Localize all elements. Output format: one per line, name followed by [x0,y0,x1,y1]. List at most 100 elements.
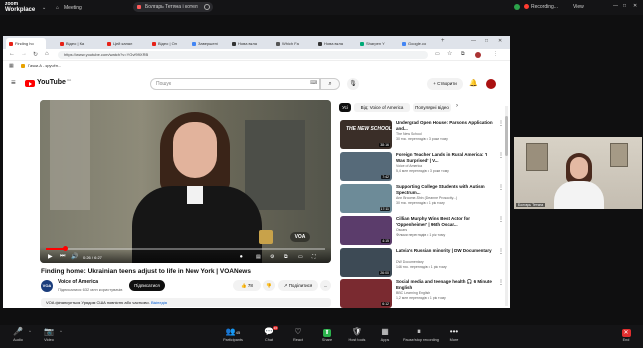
subtitles-icon[interactable]: ▤ [256,254,261,260]
tab[interactable]: Відео | Ол [149,38,187,49]
menu-dots-icon[interactable]: ⋮ [493,51,498,57]
forward-arrow-icon[interactable]: → [21,51,27,57]
more-options-icon[interactable]: ⋮ [498,248,504,255]
chip-all[interactable]: Усі [339,103,351,112]
recommendation-title[interactable]: Supporting College Students with Autism … [396,184,496,195]
video-thumbnail[interactable]: THE NEW SCHOOL 38:16 [340,120,392,149]
search-input[interactable]: Пошук [150,78,320,90]
recommendation-item[interactable]: 26:00 Latvia's Russian minority | DW Doc… [340,248,505,277]
miniplayer-icon[interactable]: ⧉ [284,254,288,260]
tab[interactable]: Цей канал [104,38,142,49]
description-box[interactable]: VOA фінансується Урядом США повністю або… [41,298,331,307]
chip-from-channel[interactable]: Від: Voice of America [354,103,410,112]
more-options-icon[interactable]: ⋮ [498,279,504,286]
chevron-up-icon[interactable]: ^ [29,329,31,334]
host-tools-button[interactable]: 🛡 Host tools [342,327,372,343]
react-button[interactable]: ♡ React [283,327,313,343]
video-thumbnail[interactable]: 17:11 [340,184,392,213]
apps-button[interactable]: ▦ Apps [370,327,400,343]
voice-search-button[interactable]: 🎙 [347,78,359,90]
participants-button[interactable]: 👥45 Participants [218,327,248,343]
recommendation-channel[interactable]: The New School [396,132,496,137]
maximize-icon[interactable]: □ [623,3,626,9]
banner-options-icon[interactable] [204,4,210,10]
play-icon[interactable]: ▶ [48,253,53,260]
close-icon[interactable]: ✕ [633,3,637,9]
page-scrollbar[interactable] [505,106,508,306]
video-thumbnail[interactable]: 6:12 [340,279,392,308]
youtube-logo-icon[interactable] [25,80,35,87]
reload-icon[interactable]: ↻ [33,51,38,58]
meeting-label[interactable]: Meeting [64,5,82,11]
recommendation-title[interactable]: Cillian Murphy Wins Best Actor for 'Oppe… [396,216,496,227]
end-meeting-button[interactable]: ✕ End [611,327,641,343]
volume-icon[interactable]: 🔊 [71,253,78,260]
autoplay-toggle[interactable]: ⏺ [240,254,243,260]
video-scrubber-handle[interactable] [63,246,69,251]
url-field[interactable]: https://www.youtube.com/watch?v=YGvf99XR… [58,51,428,59]
tab-active[interactable]: Finding ho [6,38,46,49]
keyboard-icon[interactable]: ⌨ [310,80,317,86]
youtube-wordmark[interactable]: YouTube [37,79,66,86]
tab[interactable]: Нова вкла [229,38,267,49]
recommendation-item[interactable]: 4:15 Cillian Murphy Wins Best Actor for … [340,216,505,245]
dislike-button[interactable]: 👎 [263,280,275,291]
tab[interactable]: Sharpen Y [357,38,393,49]
theater-mode-icon[interactable]: ▭ [298,254,303,260]
like-button[interactable]: 👍 78 [233,280,261,291]
video-thumbnail[interactable]: 4:15 [340,216,392,245]
more-actions-button[interactable]: ... [320,280,331,291]
home-icon[interactable]: ⌂ [45,51,49,57]
tab[interactable]: Завершені [189,38,227,49]
settings-gear-icon[interactable]: ⚙ [270,254,274,260]
chat-button[interactable]: 💬 16 Chat [254,326,284,343]
extensions-icon[interactable]: ⧉ [461,51,465,57]
cast-icon[interactable]: ▭ [435,51,440,57]
apps-grid-icon[interactable]: ▦ [9,61,14,71]
more-options-icon[interactable]: ⋮ [498,184,504,191]
share-screen-button[interactable]: ⬆ Share [312,327,342,343]
view-label[interactable]: View [573,4,584,10]
tab[interactable]: Відео | Ка [57,38,95,49]
more-options-icon[interactable]: ⋮ [498,120,504,127]
hamburger-menu-icon[interactable]: ≡ [11,78,16,87]
tab[interactable]: Нова вкла [315,38,351,49]
recommendation-channel[interactable]: Ann Broome-Shin (Deanne Prosocity...) [396,196,496,201]
recommendation-item[interactable]: THE NEW SCHOOL 38:16 Undergrad Open Hous… [340,120,505,149]
recommendation-channel[interactable]: Oscars [396,228,496,233]
account-avatar[interactable] [486,79,496,89]
tab[interactable]: Google.co [399,38,437,49]
chevron-up-icon[interactable]: ^ [60,329,62,334]
profile-avatar[interactable] [475,52,481,58]
share-button[interactable]: ↗ Поділитися [278,280,318,291]
channel-avatar[interactable]: VOA [41,280,53,292]
next-icon[interactable]: ⏭ [60,253,65,260]
back-arrow-icon[interactable]: ← [9,51,15,57]
recommendation-item[interactable]: 7:42 Foreign Teacher Lands in Rural Amer… [340,152,505,181]
pause-stop-recording-button[interactable]: ⏸ Pause/stop recording [403,327,439,343]
scrollbar-thumb[interactable] [505,116,508,156]
recommendation-title[interactable]: Undergrad Open House: Parsons Applicatio… [396,120,496,131]
create-button[interactable]: + Створити [427,78,463,90]
bookmark-link[interactable]: Гачки.А - кручён... [28,61,61,71]
video-thumbnail[interactable]: 7:42 [340,152,392,181]
share-banner[interactable]: Болгарь Тетяна і котел [133,2,213,12]
chevron-right-icon[interactable]: › [456,103,458,109]
subscribe-button[interactable]: Підписатися [129,280,165,291]
recommendation-item[interactable]: 6:12 Social media and teenage health 🎧 6… [340,279,505,308]
recommendation-title[interactable]: Social media and teenage health 🎧 6 Minu… [396,279,496,290]
minimize-icon[interactable]: — [471,38,476,44]
more-button[interactable]: ••• More [439,327,469,343]
recommendation-item[interactable]: 17:11 Supporting College Students with A… [340,184,505,213]
close-icon[interactable]: ✕ [498,38,502,44]
recommendation-title[interactable]: Foreign Teacher Lands in Rural America: … [396,152,496,163]
channel-name[interactable]: Voice of America [58,279,98,285]
tab[interactable]: Which Fa [273,38,309,49]
wikipedia-link[interactable]: Вікіпедія [151,300,167,305]
more-options-icon[interactable]: ⋮ [498,216,504,223]
video-player[interactable]: VOA ▶ ⏭ 🔊 0:26 / 6:27 ⏺ ▤ ⚙ ⧉ ▭ ⛶ [40,100,331,263]
recording-label[interactable]: Recording... [531,4,558,10]
recommendation-channel[interactable]: BBC Learning English [396,291,496,296]
more-options-icon[interactable]: ⋮ [498,152,504,159]
minimize-icon[interactable]: — [613,3,618,9]
